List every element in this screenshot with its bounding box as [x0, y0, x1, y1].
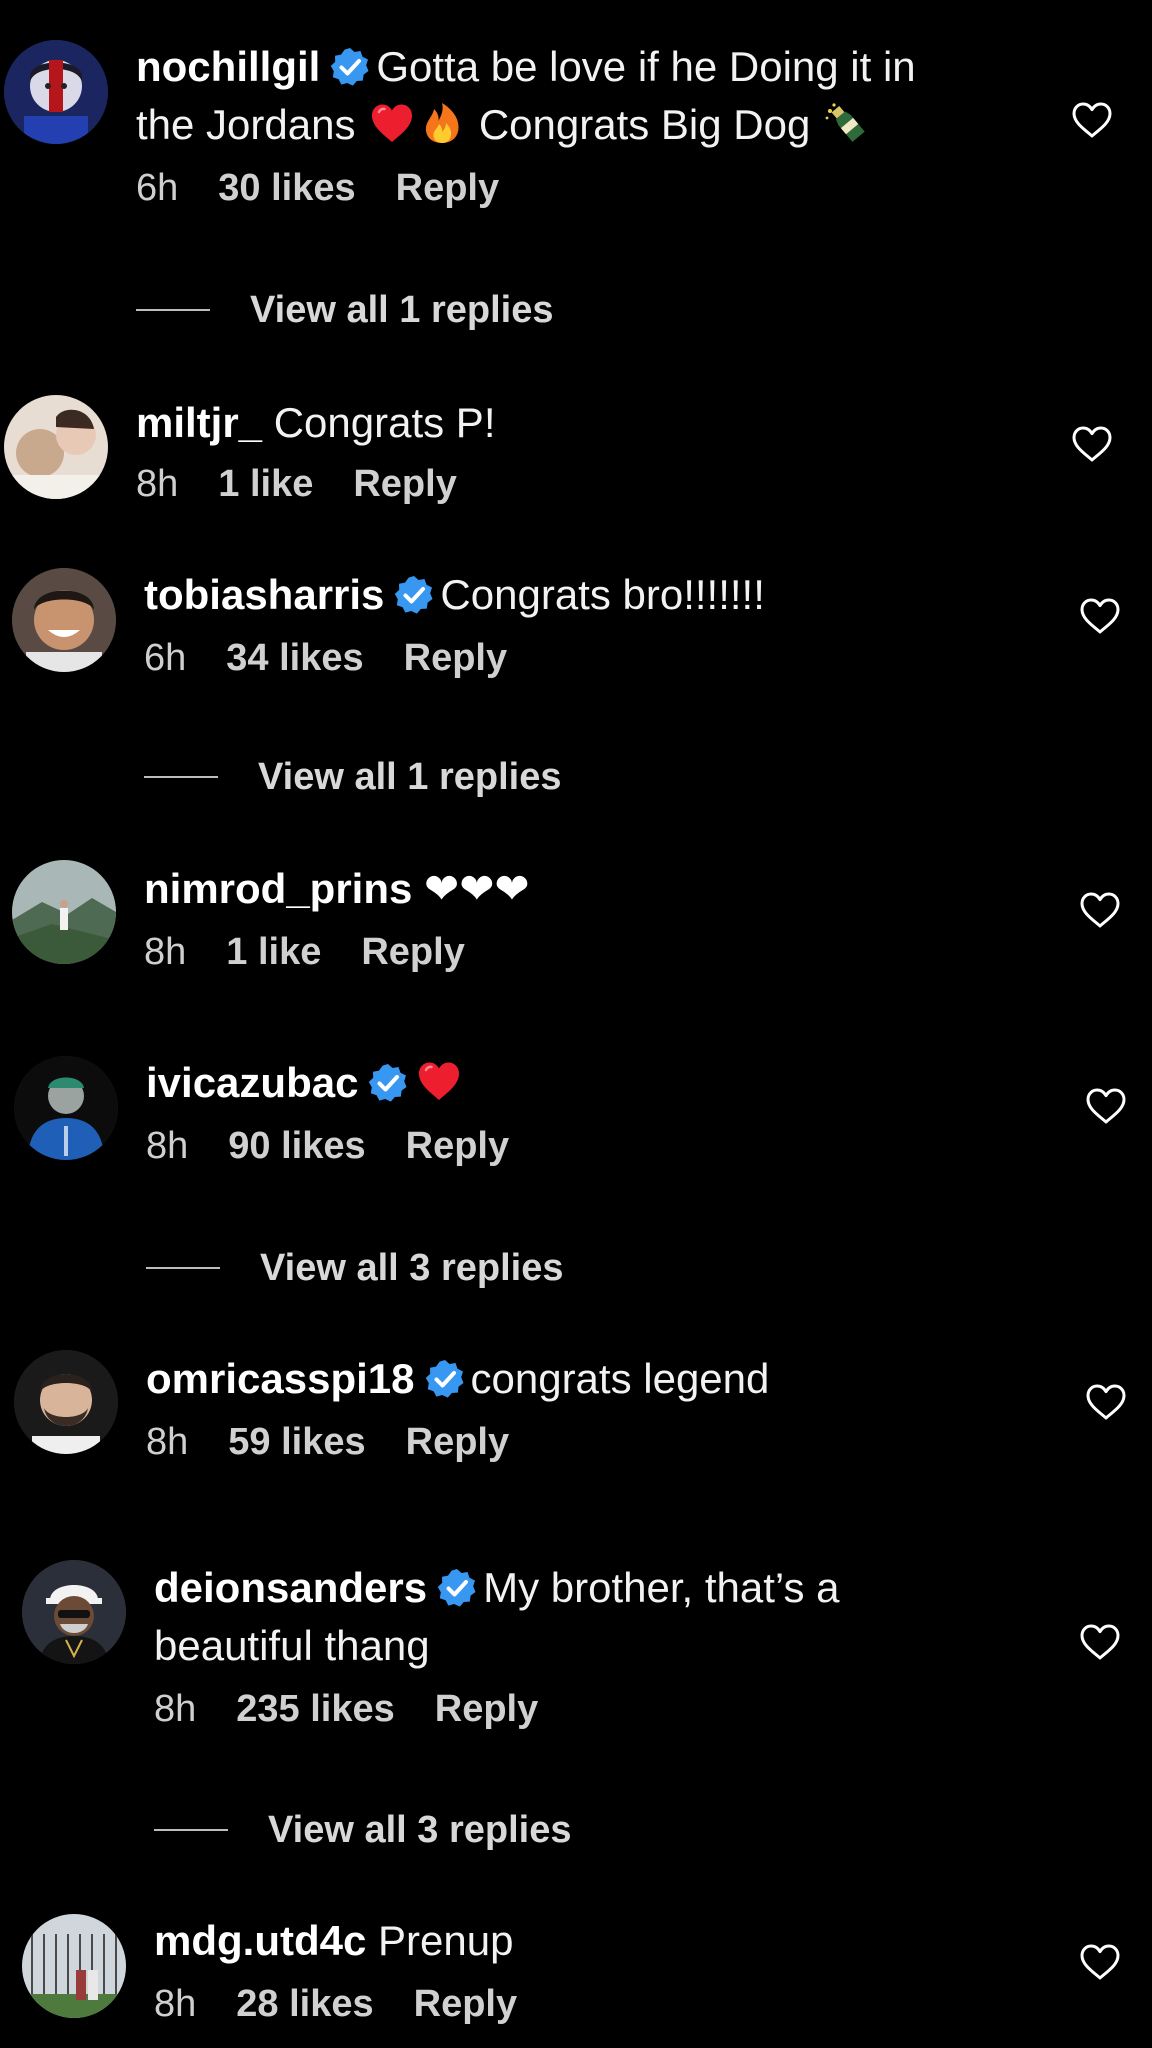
comment-meta: 6h 34 likes Reply — [144, 634, 1004, 682]
reply-button[interactable]: Reply — [353, 463, 456, 505]
reply-button[interactable]: Reply — [396, 167, 499, 209]
username[interactable]: miltjr_ — [136, 399, 262, 446]
comment-text: Congrats Big Dog — [478, 101, 811, 148]
view-replies-button[interactable]: View all 3 replies — [146, 1243, 563, 1293]
reply-button[interactable]: Reply — [414, 1983, 517, 2025]
view-replies-button[interactable]: View all 3 replies — [154, 1805, 571, 1855]
avatar[interactable] — [12, 568, 116, 672]
timestamp: 6h — [144, 637, 187, 679]
verified-badge-icon — [330, 47, 370, 87]
divider — [146, 1267, 220, 1269]
username[interactable]: deionsanders — [154, 1564, 427, 1611]
red-heart-emoji-icon — [416, 1059, 462, 1103]
likes-count[interactable]: 30 likes — [218, 167, 355, 209]
comment-body: ivicazubac 8h 90 likes Reply — [146, 1054, 1006, 1170]
likes-count[interactable]: 1 like — [218, 463, 313, 505]
likes-count[interactable]: 59 likes — [228, 1421, 365, 1463]
reply-button[interactable]: Reply — [404, 637, 507, 679]
comment-body: tobiasharris Congrats bro!!!!!!! 6h 34 lik… — [144, 566, 1004, 682]
divider — [144, 776, 218, 778]
comment-text: My brother, that’s a — [483, 1564, 840, 1611]
avatar[interactable] — [4, 40, 108, 144]
view-replies-button[interactable]: View all 1 replies — [136, 285, 553, 335]
verified-badge-icon — [425, 1359, 465, 1399]
avatar[interactable] — [22, 1560, 126, 1664]
red-heart-emoji-icon — [369, 101, 415, 145]
heart-outline-icon[interactable] — [1078, 1942, 1122, 1982]
reply-button[interactable]: Reply — [406, 1421, 509, 1463]
avatar[interactable] — [14, 1056, 118, 1160]
heart-outline-icon[interactable] — [1070, 100, 1114, 140]
username[interactable]: ivicazubac — [146, 1059, 358, 1106]
timestamp: 8h — [146, 1125, 189, 1167]
view-replies-button[interactable]: View all 1 replies — [144, 752, 561, 802]
username[interactable]: nochillgil — [136, 43, 320, 90]
avatar[interactable] — [12, 860, 116, 964]
comment-meta: 8h 1 like Reply — [144, 928, 1004, 976]
comment-text: ❤❤❤ — [424, 865, 530, 912]
comment-text: Prenup — [378, 1917, 514, 1964]
username[interactable]: omricasspi18 — [146, 1355, 415, 1402]
avatar[interactable] — [4, 395, 108, 499]
heart-outline-icon[interactable] — [1078, 890, 1122, 930]
comment-body: nimrod_prins ❤❤❤ 8h 1 like Reply — [144, 860, 1004, 976]
fire-emoji-icon — [419, 101, 465, 145]
timestamp: 8h — [154, 1688, 197, 1730]
comment-meta: 8h 90 likes Reply — [146, 1122, 1006, 1170]
comment-body: nochillgil Gotta be love if he Doing it i… — [136, 38, 996, 212]
avatar[interactable] — [22, 1914, 126, 2018]
timestamp: 8h — [136, 463, 179, 505]
comment-text: the Jordans — [136, 101, 356, 148]
username[interactable]: nimrod_prins — [144, 865, 412, 912]
timestamp: 8h — [144, 931, 187, 973]
avatar[interactable] — [14, 1350, 118, 1454]
comment-text: Gotta be love if he Doing it in — [376, 43, 916, 90]
heart-outline-icon[interactable] — [1078, 596, 1122, 636]
heart-outline-icon[interactable] — [1078, 1622, 1122, 1662]
username[interactable]: mdg.utd4c — [154, 1917, 366, 1964]
likes-count[interactable]: 235 likes — [236, 1688, 394, 1730]
heart-outline-icon[interactable] — [1070, 424, 1114, 464]
reply-button[interactable]: Reply — [406, 1125, 509, 1167]
view-replies-label: View all 3 replies — [268, 1808, 572, 1851]
divider — [154, 1829, 228, 1831]
view-replies-label: View all 1 replies — [250, 288, 554, 331]
champagne-emoji-icon — [824, 101, 870, 145]
comment-meta: 6h 30 likes Reply — [136, 164, 996, 212]
likes-count[interactable]: 28 likes — [236, 1983, 373, 2025]
verified-badge-icon — [368, 1063, 408, 1103]
reply-button[interactable]: Reply — [361, 931, 464, 973]
comment-meta: 8h 59 likes Reply — [146, 1418, 1006, 1466]
heart-outline-icon[interactable] — [1084, 1382, 1128, 1422]
username[interactable]: tobiasharris — [144, 571, 384, 618]
timestamp: 8h — [146, 1421, 189, 1463]
likes-count[interactable]: 34 likes — [226, 637, 363, 679]
comment-body: deionsanders My brother, that’s a beautif… — [154, 1559, 1014, 1733]
comment-text: Congrats bro!!!!!!! — [440, 571, 765, 618]
comment-body: miltjr_ Congrats P! 8h 1 like Reply — [136, 394, 996, 508]
comment-meta: 8h 28 likes Reply — [154, 1980, 1014, 2028]
view-replies-label: View all 1 replies — [258, 755, 562, 798]
comment-text: congrats legend — [470, 1355, 770, 1402]
likes-count[interactable]: 1 like — [226, 931, 321, 973]
timestamp: 8h — [154, 1983, 197, 2025]
comment-text: beautiful thang — [154, 1622, 430, 1669]
comment-text: Congrats P! — [273, 399, 496, 446]
reply-button[interactable]: Reply — [435, 1688, 538, 1730]
divider — [136, 309, 210, 311]
verified-badge-icon — [437, 1568, 477, 1608]
heart-outline-icon[interactable] — [1084, 1086, 1128, 1126]
comment-meta: 8h 235 likes Reply — [154, 1685, 1014, 1733]
view-replies-label: View all 3 replies — [260, 1246, 564, 1289]
verified-badge-icon — [394, 575, 434, 615]
timestamp: 6h — [136, 167, 179, 209]
comment-body: omricasspi18 congrats legend 8h 59 likes Re… — [146, 1350, 1006, 1466]
comment-body: mdg.utd4c Prenup 8h 28 likes Reply — [154, 1912, 1014, 2028]
likes-count[interactable]: 90 likes — [228, 1125, 365, 1167]
comment-meta: 8h 1 like Reply — [136, 460, 996, 508]
